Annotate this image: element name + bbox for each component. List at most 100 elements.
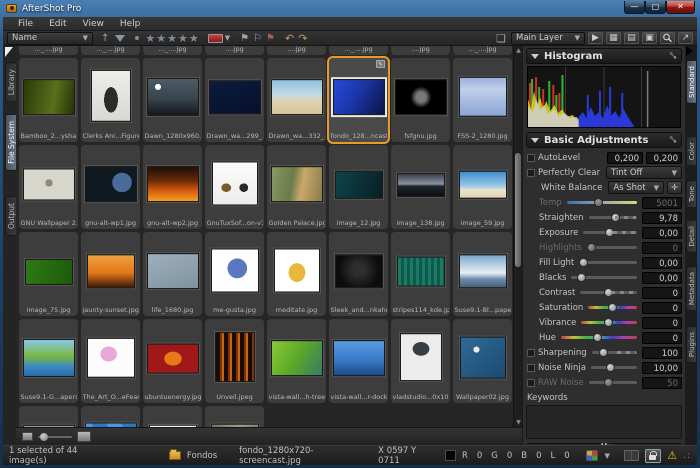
thumbnail-cell[interactable]: stripes114_kde.jpg (391, 232, 450, 316)
noise-ninja-checkbox[interactable] (527, 364, 535, 372)
thumbnail-cell[interactable]: Bamboo_2...ysha.jpg (19, 58, 78, 142)
thumbnail-image[interactable] (395, 79, 447, 115)
adjustment-value[interactable]: 0 (642, 317, 682, 329)
title-bar[interactable]: AfterShot Pro — ▢ ✕ (0, 0, 700, 17)
layers-icon[interactable]: ❏ (496, 32, 506, 45)
thumbnail-cell[interactable]: Clerks Ani...Figure.jpg (81, 58, 140, 142)
panel-collapse-arrow-icon[interactable] (686, 46, 693, 56)
preview-icon[interactable]: ▣ (642, 32, 657, 44)
slider-track[interactable] (589, 381, 637, 384)
slideshow-icon[interactable]: ▶ (588, 32, 603, 44)
slider-handle[interactable] (577, 273, 586, 282)
menu-edit[interactable]: Edit (42, 18, 73, 30)
adjustment-value[interactable]: 0 (642, 302, 682, 314)
adjustment-value[interactable]: 10,00 (642, 362, 682, 374)
scrollbar-thumb[interactable] (515, 153, 521, 267)
thumbnail-cell[interactable]: Wallpaper02.jpg (453, 319, 512, 403)
thumbnail-cell[interactable]: life_1680.jpg (143, 232, 202, 316)
thumbnail-cell[interactable]: meditate.jpg (267, 232, 326, 316)
close-button[interactable]: ✕ (666, 1, 695, 14)
slider-track[interactable] (571, 276, 637, 279)
thumbnail-cell[interactable]: GNU Wallpaper 2.jpg (19, 145, 78, 229)
thumbnail-image[interactable] (271, 166, 323, 202)
adjustment-value[interactable]: 0 (642, 332, 682, 344)
autolevel-value-2[interactable]: 0,200 (646, 152, 682, 164)
color-management-icon[interactable] (586, 450, 599, 461)
thumbnail-cell[interactable]: GnuTuxSof...on-v1.jpg (205, 145, 264, 229)
slider-track[interactable] (587, 246, 637, 249)
thumbnail-image[interactable] (147, 253, 199, 289)
scroll-down-icon[interactable]: ▼ (514, 418, 522, 427)
panel-tab-detail[interactable]: Detail (686, 220, 697, 253)
slider-handle[interactable] (605, 228, 614, 237)
thumbnail-cell[interactable]: vista-wall...r-dock.jpg (329, 319, 388, 403)
thumbnail-cell[interactable]: …_….jpg (329, 46, 388, 55)
thumbnail-image[interactable] (459, 171, 507, 199)
thumbnail-cell[interactable]: ….jpg (205, 46, 264, 55)
thumbnail-image[interactable] (209, 80, 261, 114)
multi-view-icon[interactable]: ▦ (606, 32, 621, 44)
thumbnail-cell[interactable]: Suse9.1-Bl...papers.jpg (453, 232, 512, 316)
thumbnail-image[interactable] (87, 338, 135, 378)
thumbnail-image[interactable] (459, 254, 507, 288)
thumbnail-cell[interactable]: image_138.jpg (391, 145, 450, 229)
slider-track[interactable] (561, 336, 637, 339)
slider-handle[interactable] (587, 243, 596, 252)
maximize-button[interactable]: ▢ (645, 1, 666, 14)
thumbnail-image[interactable] (87, 254, 135, 288)
thumbnail-image[interactable] (91, 70, 131, 122)
thumbnail-image[interactable] (335, 254, 383, 288)
thumbnail-cell[interactable]: Unveil.jpeg (205, 319, 264, 403)
perfectly-clear-checkbox[interactable] (527, 169, 535, 177)
sort-by-dropdown[interactable]: Name▼ (7, 32, 93, 45)
thumbnail-cell[interactable]: …_….jpg (19, 46, 78, 55)
thumbnail-cell[interactable]: Sleek_and...nkahn.jpg (329, 232, 388, 316)
thumbnail-image[interactable] (211, 248, 259, 292)
grid-scrollbar[interactable]: ▲ ▼ (513, 46, 522, 427)
thumbnail-cell[interactable]: Drawn_wa...299_.jpg (205, 58, 264, 142)
basic-adjustments-header[interactable]: Basic Adjustments ⊶ (526, 132, 682, 148)
fullscreen-icon[interactable]: ↗ (678, 32, 693, 44)
color-label-chevron-icon[interactable]: ▼ (225, 32, 230, 45)
small-thumbnail-icon[interactable] (22, 432, 33, 441)
warning-icon[interactable]: ⚠ (667, 449, 677, 462)
flag-reject-icon[interactable]: ⚑ (266, 32, 275, 45)
slider-track[interactable] (579, 261, 637, 264)
adjustment-value[interactable]: 0,00 (642, 272, 682, 284)
slider-handle[interactable] (606, 363, 615, 372)
thumbnail-cell[interactable]: ✎fondo_128...ncast.jpg (329, 58, 388, 142)
slider-handle[interactable] (604, 318, 613, 327)
current-folder[interactable]: Fondos (187, 451, 217, 461)
collapse-icon[interactable] (531, 138, 539, 143)
thumbnail-image[interactable] (271, 340, 323, 376)
adjustment-value[interactable]: 0,00 (642, 257, 682, 269)
minimize-button[interactable]: — (624, 1, 645, 14)
slider-track[interactable] (567, 201, 637, 204)
thumbnail-cell[interactable]: Drawn_wa...332_.jpg (267, 58, 326, 142)
adjustment-value[interactable]: 9,78 (642, 212, 682, 224)
slider-handle[interactable] (611, 213, 620, 222)
thumbnail-image[interactable] (215, 332, 255, 382)
thumbnail-view-icon[interactable]: ▤ (624, 32, 639, 44)
thumbnail-image[interactable] (147, 78, 199, 116)
slider-handle[interactable] (594, 198, 603, 207)
color-label-swatch[interactable] (208, 34, 223, 43)
slider-track[interactable] (592, 351, 637, 354)
magnifier-icon[interactable] (660, 32, 675, 44)
thumbnail-image[interactable] (459, 77, 507, 117)
rotate-right-icon[interactable]: ↷ (298, 32, 307, 45)
thumbnail-cell[interactable]: Golden Palace.jpg (267, 145, 326, 229)
adjustment-value[interactable]: 5001 (642, 197, 682, 209)
thumbnail-cell[interactable]: Suse9.1-G...apers.jpg (19, 319, 78, 403)
menu-view[interactable]: View (76, 18, 111, 30)
adjustment-value[interactable]: 0 (642, 242, 682, 254)
thumbnail-cell[interactable]: vladstudio...0x1024.jpg (391, 319, 450, 403)
slider-handle[interactable] (608, 303, 617, 312)
thumbnail-image[interactable] (23, 79, 75, 115)
thumbnail-image[interactable] (271, 79, 323, 115)
thumbnail-size-slider[interactable] (38, 436, 72, 438)
thumbnail-cell[interactable]: fsfgnu.jpg (391, 58, 450, 142)
adjustment-value[interactable]: 100 (642, 347, 682, 359)
thumbnail-cell[interactable]: …_….jpg (453, 46, 512, 55)
thumbnail-image[interactable] (274, 248, 320, 292)
